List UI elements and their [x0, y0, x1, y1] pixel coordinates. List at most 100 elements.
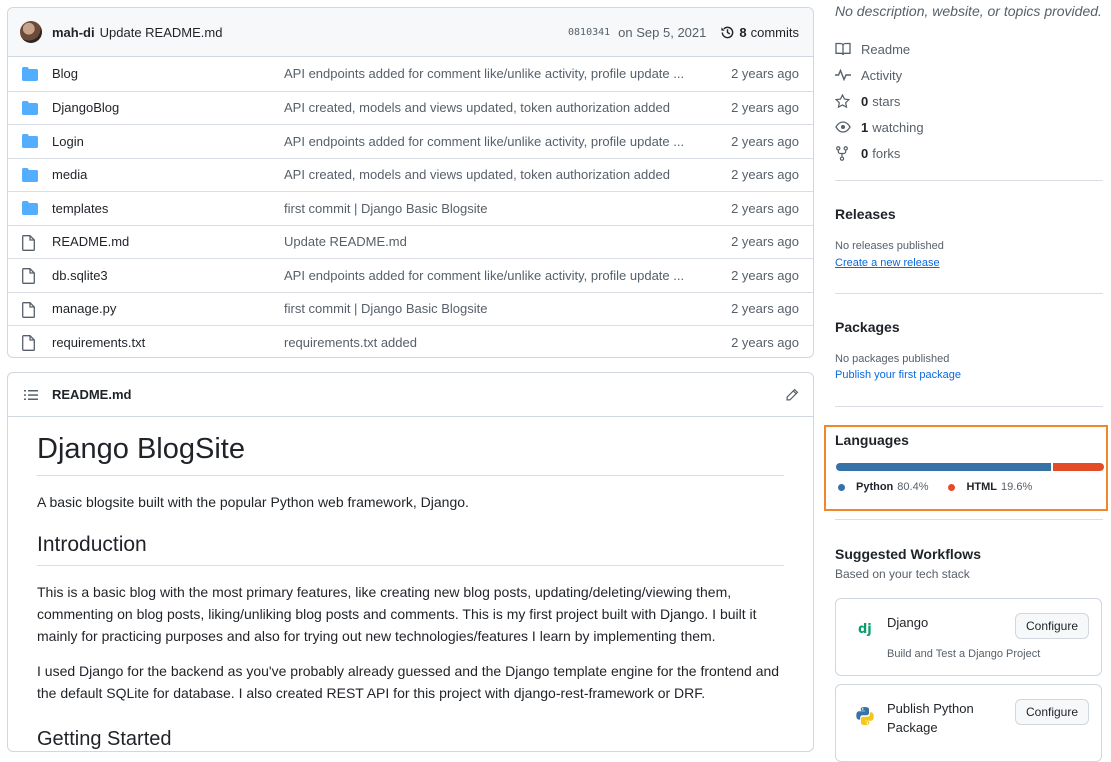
- file-commit-message[interactable]: first commit | Django Basic Blogsite: [284, 301, 729, 316]
- divider: [835, 293, 1103, 294]
- packages-empty-text: No packages published: [835, 353, 950, 365]
- forks-link[interactable]: 0 forks: [835, 140, 924, 166]
- packages-title[interactable]: Packages: [835, 319, 900, 335]
- file-age: 2 years ago: [731, 167, 799, 183]
- stars-link[interactable]: 0 stars: [835, 88, 924, 114]
- workflow-description: Build and Test a Django Project: [887, 648, 1041, 660]
- divider: [835, 180, 1103, 181]
- file-name[interactable]: requirements.txt: [52, 335, 284, 350]
- file-browser: mah-di Update README.md 0810341 on Sep 5…: [7, 7, 814, 358]
- fork-icon: [835, 145, 851, 161]
- readme-paragraph: This is a basic blog with the most prima…: [37, 584, 757, 644]
- file-age: 2 years ago: [731, 267, 799, 283]
- history-icon: [720, 25, 735, 40]
- language-bar-html[interactable]: [1053, 463, 1104, 471]
- workflow-card-python: Publish Python Package Configure: [835, 684, 1102, 762]
- list-unordered-icon[interactable]: [24, 389, 38, 401]
- file-commit-message[interactable]: API created, models and views updated, t…: [284, 100, 729, 115]
- file-icon: [22, 268, 38, 285]
- file-row[interactable]: templates first commit | Django Basic Bl…: [8, 191, 813, 225]
- book-icon: [835, 42, 851, 56]
- file-row[interactable]: DjangoBlog API created, models and views…: [8, 90, 813, 125]
- file-commit-message[interactable]: API created, models and views updated, t…: [284, 167, 729, 182]
- commits-label: commits: [750, 24, 799, 40]
- file-row[interactable]: Blog API endpoints added for comment lik…: [8, 57, 813, 91]
- folder-icon: [22, 134, 38, 149]
- configure-button[interactable]: Configure: [1015, 699, 1089, 725]
- readme-title: Django BlogSite: [37, 433, 784, 476]
- publish-package-link[interactable]: Publish your first package: [835, 369, 961, 381]
- python-color-dot: [838, 483, 845, 491]
- file-name[interactable]: DjangoBlog: [52, 100, 284, 115]
- stars-count: 0: [861, 93, 869, 109]
- languages-section: Languages Python 80.4% HTML 19.6%: [824, 425, 1108, 511]
- readme-paragraph: I used Django for the backend as you've …: [37, 663, 780, 701]
- language-html[interactable]: HTML 19.6%: [948, 481, 1032, 493]
- file-name[interactable]: manage.py: [52, 301, 284, 316]
- repo-meta-list: Readme Activity 0 stars 1 watching 0 for…: [835, 36, 924, 166]
- activity-link-label: Activity: [861, 67, 903, 83]
- create-release-link[interactable]: Create a new release: [835, 257, 940, 269]
- watching-link[interactable]: 1 watching: [835, 114, 924, 140]
- language-percent: 80.4%: [897, 481, 929, 493]
- language-name: HTML: [966, 481, 998, 493]
- commits-count: 8: [739, 24, 747, 40]
- file-row[interactable]: db.sqlite3 API endpoints added for comme…: [8, 258, 813, 292]
- about-description: No description, website, or topics provi…: [835, 3, 1102, 19]
- watching-label: watching: [872, 119, 924, 135]
- star-icon: [835, 93, 851, 109]
- language-percent: 19.6%: [1001, 481, 1033, 493]
- file-commit-message[interactable]: API endpoints added for comment like/unl…: [284, 268, 729, 283]
- django-logo-icon: dj: [854, 617, 876, 639]
- readme-panel: README.md Django BlogSite A basic blogsi…: [7, 372, 814, 752]
- releases-title[interactable]: Releases: [835, 206, 896, 222]
- watching-count: 1: [861, 119, 869, 135]
- stars-label: stars: [872, 93, 901, 109]
- file-age: 2 years ago: [731, 133, 799, 149]
- file-row[interactable]: Login API endpoints added for comment li…: [8, 124, 813, 158]
- file-name[interactable]: Blog: [52, 66, 284, 81]
- pencil-icon[interactable]: [785, 388, 799, 402]
- language-python[interactable]: Python 80.4%: [838, 481, 928, 493]
- latest-commit-bar: mah-di Update README.md 0810341 on Sep 5…: [8, 8, 813, 57]
- readme-link[interactable]: Readme: [835, 36, 924, 62]
- readme-content: Django BlogSite A basic blogsite built w…: [8, 433, 813, 751]
- divider: [835, 519, 1103, 520]
- file-commit-message[interactable]: Update README.md: [284, 234, 729, 249]
- workflows-subtitle: Based on your tech stack: [835, 567, 970, 581]
- forks-label: forks: [872, 145, 901, 161]
- readme-filename[interactable]: README.md: [52, 387, 131, 402]
- activity-link[interactable]: Activity: [835, 62, 924, 88]
- file-commit-message[interactable]: requirements.txt added: [284, 335, 729, 350]
- folder-icon: [22, 201, 38, 216]
- divider: [835, 406, 1103, 407]
- file-name[interactable]: Login: [52, 134, 284, 149]
- file-row[interactable]: requirements.txt requirements.txt added …: [8, 325, 813, 357]
- file-row[interactable]: media API created, models and views upda…: [8, 157, 813, 192]
- file-commit-message[interactable]: first commit | Django Basic Blogsite: [284, 201, 729, 216]
- commit-sha[interactable]: 0810341: [568, 27, 610, 38]
- file-commit-message[interactable]: API endpoints added for comment like/unl…: [284, 66, 729, 81]
- file-age: 2 years ago: [731, 234, 799, 250]
- languages-title: Languages: [835, 432, 909, 448]
- configure-button[interactable]: Configure: [1015, 613, 1089, 639]
- file-commit-message[interactable]: API endpoints added for comment like/unl…: [284, 134, 729, 149]
- folder-icon: [22, 100, 38, 115]
- file-name[interactable]: media: [52, 167, 284, 182]
- avatar[interactable]: [20, 21, 42, 43]
- commit-message[interactable]: Update README.md: [100, 25, 223, 40]
- file-age: 2 years ago: [731, 200, 799, 216]
- file-name[interactable]: templates: [52, 201, 284, 216]
- svg-text:dj: dj: [858, 622, 872, 637]
- workflow-name: Publish Python Package: [887, 701, 974, 735]
- file-name[interactable]: db.sqlite3: [52, 268, 284, 283]
- workflow-name: Django: [887, 615, 929, 630]
- commit-author[interactable]: mah-di: [52, 25, 95, 40]
- file-row[interactable]: README.md Update README.md 2 years ago: [8, 224, 813, 259]
- language-bar-python[interactable]: [836, 463, 1052, 471]
- html-color-dot: [948, 483, 956, 491]
- readme-heading-getting-started: Getting Started: [37, 728, 172, 750]
- file-row[interactable]: manage.py first commit | Django Basic Bl…: [8, 291, 813, 326]
- file-name[interactable]: README.md: [52, 234, 284, 249]
- commits-link[interactable]: 8 commits: [720, 25, 799, 40]
